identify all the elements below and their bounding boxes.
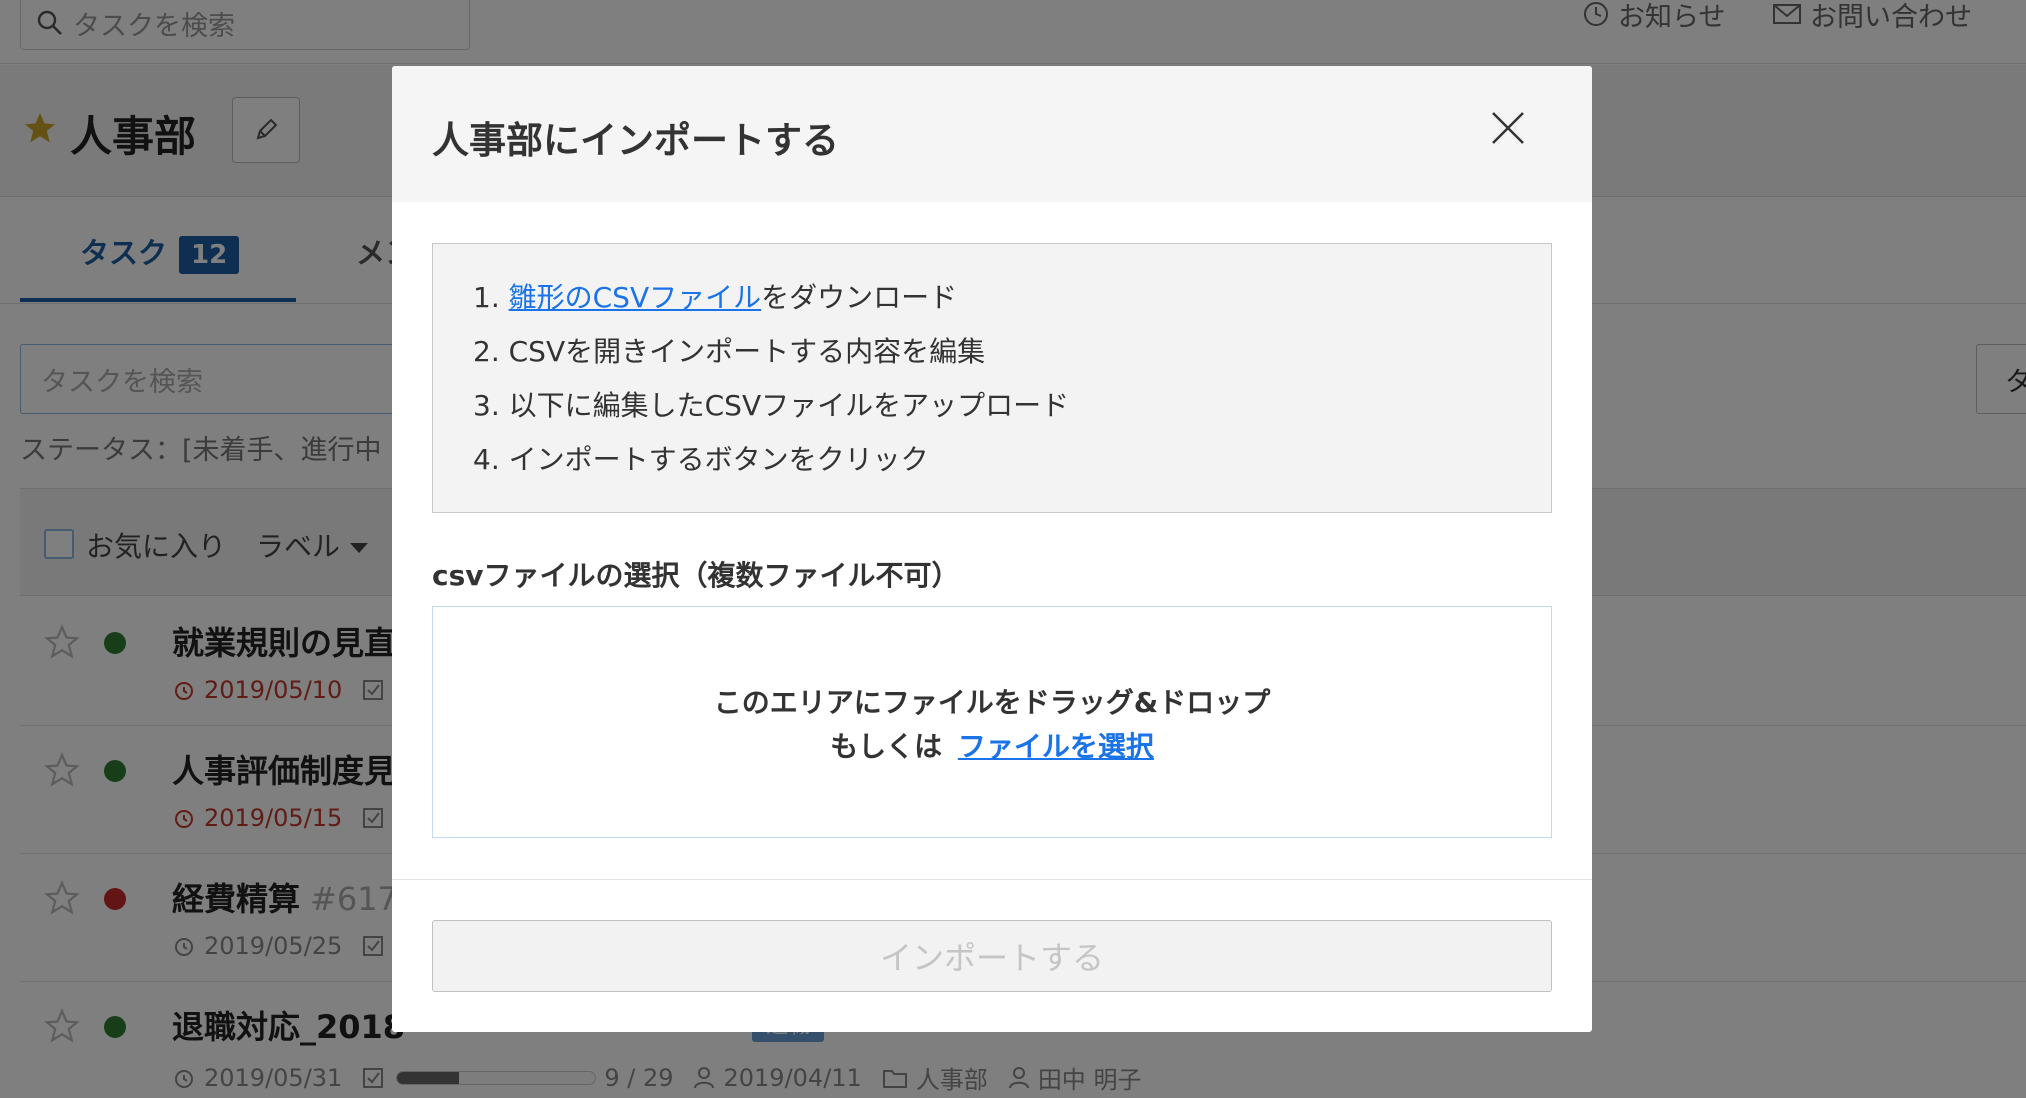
step-1: 1. 雛形のCSVファイルをダウンロード — [473, 278, 1551, 332]
csv-select-label: csvファイルの選択（複数ファイル不可） — [432, 559, 960, 592]
import-button[interactable]: インポートする — [432, 920, 1552, 992]
modal-title: 人事部にインポートする — [432, 119, 839, 162]
step-text: CSVを開きインポートする内容を編集 — [508, 335, 986, 368]
step-number: 4. — [473, 443, 500, 476]
choose-file-link[interactable]: ファイルを選択 — [958, 730, 1154, 763]
dropzone-instruction: このエリアにファイルをドラッグ&ドロップ — [713, 686, 1271, 719]
import-steps: 1. 雛形のCSVファイルをダウンロード 2. CSVを開きインポートする内容を… — [432, 243, 1552, 513]
step-4: 4. インポートするボタンをクリック — [473, 440, 1551, 494]
step-number: 1. — [473, 281, 500, 314]
template-csv-link[interactable]: 雛形のCSVファイル — [509, 281, 761, 314]
step-3: 3. 以下に編集したCSVファイルをアップロード — [473, 386, 1551, 440]
file-dropzone[interactable]: このエリアにファイルをドラッグ&ドロップ もしくは ファイルを選択 — [432, 606, 1552, 838]
import-modal: 人事部にインポートする 1. 雛形のCSVファイルをダウンロード 2. CSVを… — [392, 66, 1592, 1032]
step-text: 以下に編集したCSVファイルをアップロード — [508, 389, 1070, 422]
close-icon[interactable] — [1490, 110, 1526, 146]
dropzone-alternative: もしくは ファイルを選択 — [433, 725, 1551, 765]
dropzone-prefix: もしくは — [830, 730, 943, 763]
step-number: 2. — [473, 335, 500, 368]
step-number: 3. — [473, 389, 500, 422]
step-text: インポートするボタンをクリック — [508, 443, 929, 476]
modal-header: 人事部にインポートする — [392, 66, 1592, 202]
step-text: をダウンロード — [761, 281, 958, 314]
step-2: 2. CSVを開きインポートする内容を編集 — [473, 332, 1551, 386]
modal-divider — [392, 879, 1592, 880]
